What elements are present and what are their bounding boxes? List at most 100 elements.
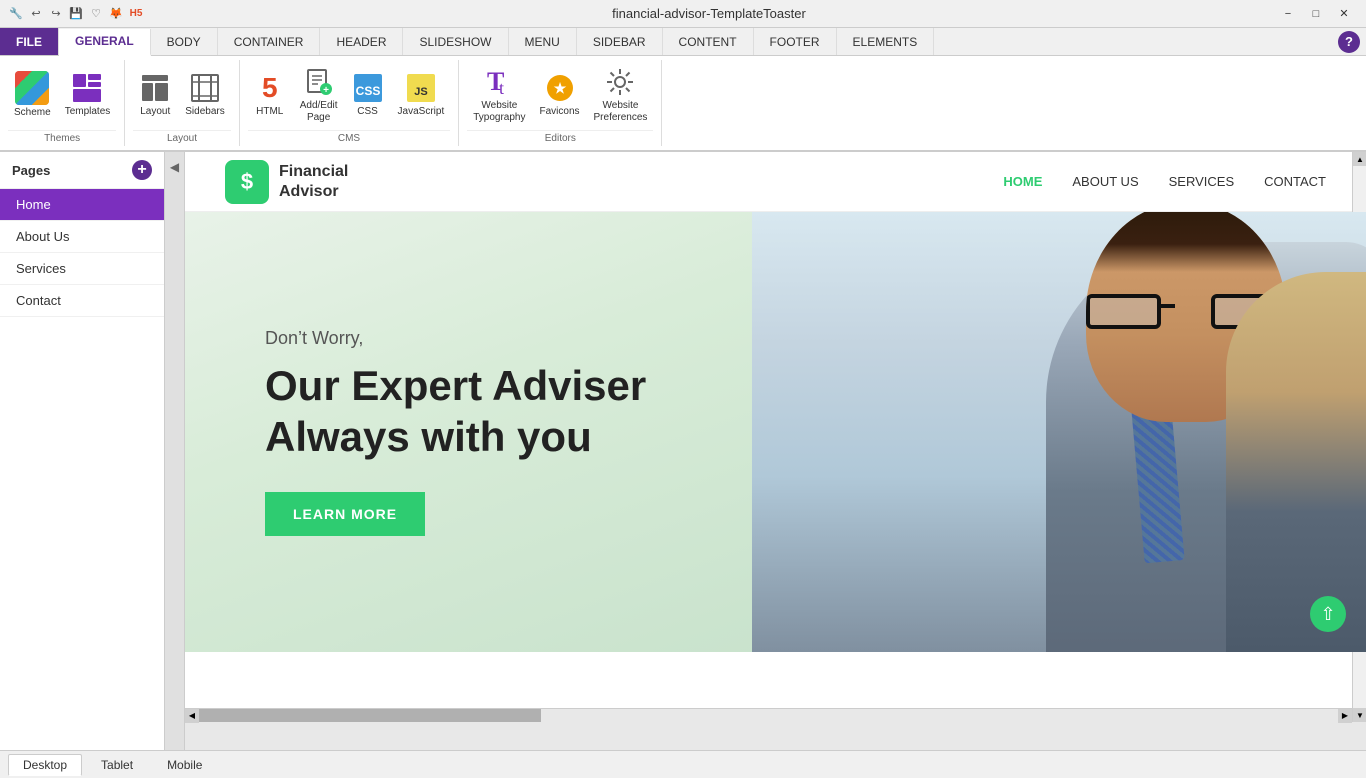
favicons-button[interactable]: ★ Favicons: [534, 68, 586, 122]
sidebar-title: Pages: [12, 163, 50, 178]
scroll-left-button[interactable]: ◀: [185, 709, 199, 723]
logo-text: Financial Advisor: [279, 162, 348, 200]
layout-icon: [139, 72, 171, 104]
preview-hero: Don’t Worry, Our Expert Adviser Always w…: [185, 212, 1366, 652]
minimize-button[interactable]: −: [1274, 4, 1302, 24]
scroll-right-button[interactable]: ▶: [1338, 709, 1352, 723]
scroll-thumb[interactable]: [199, 709, 541, 722]
addeditpage-icon: +: [303, 66, 335, 98]
favicons-label: Favicons: [540, 106, 580, 118]
layout-label: Layout: [140, 106, 170, 118]
layout-group-label: Layout: [133, 130, 230, 144]
templates-button[interactable]: Templates: [59, 68, 117, 122]
scheme-icon: [15, 71, 49, 105]
javascript-button[interactable]: JS JavaScript: [392, 68, 451, 122]
layout-button[interactable]: Layout: [133, 68, 177, 122]
window-title: financial-advisor-TemplateToaster: [144, 6, 1274, 21]
help-button[interactable]: ?: [1338, 31, 1360, 53]
heart-icon[interactable]: ♡: [88, 6, 104, 22]
html5-icon: 5: [254, 72, 286, 104]
scroll-down-button[interactable]: ▼: [1353, 708, 1366, 722]
editors-group-label: Editors: [467, 130, 653, 144]
css-button[interactable]: CSS CSS: [346, 68, 390, 122]
title-bar-left: 🔧 ↩ ↪ 💾 ♡ 🦊 H5: [8, 6, 144, 22]
title-bar: 🔧 ↩ ↪ 💾 ♡ 🦊 H5 financial-advisor-Templat…: [0, 0, 1366, 28]
svg-text:JS: JS: [414, 86, 427, 98]
nav-link-contact[interactable]: CONTACT: [1264, 174, 1326, 189]
tab-general[interactable]: GENERAL: [59, 29, 151, 56]
tab-footer[interactable]: FOOTER: [754, 28, 837, 55]
scroll-up-button[interactable]: ▲: [1353, 152, 1366, 166]
tab-menu[interactable]: MENU: [509, 28, 577, 55]
sidebar-page-about[interactable]: About Us: [0, 221, 164, 253]
svg-text:CSS: CSS: [355, 84, 380, 98]
javascript-icon: JS: [405, 72, 437, 104]
addeditpage-button[interactable]: + Add/EditPage: [294, 62, 344, 128]
firefox-icon[interactable]: 🦊: [108, 6, 124, 22]
templates-icon: [71, 72, 103, 104]
themes-group: Scheme Templates Themes: [0, 60, 125, 146]
canvas-area: $ Financial Advisor HOME ABOUT US SERVIC…: [185, 152, 1366, 750]
javascript-label: JavaScript: [398, 106, 445, 118]
hero-title: Our Expert Adviser Always with you: [265, 361, 646, 462]
tab-sidebar[interactable]: SIDEBAR: [577, 28, 663, 55]
sidebar-add-button[interactable]: +: [132, 160, 152, 180]
tab-desktop[interactable]: Desktop: [8, 754, 82, 776]
website-preferences-label: WebsitePreferences: [594, 100, 648, 124]
nav-link-services[interactable]: SERVICES: [1169, 174, 1235, 189]
undo-icon[interactable]: ↩: [28, 6, 44, 22]
svg-text:+: +: [323, 85, 329, 96]
tab-tablet[interactable]: Tablet: [86, 754, 148, 776]
tab-slideshow[interactable]: SLIDESHOW: [403, 28, 508, 55]
html-button[interactable]: 5 HTML: [248, 68, 292, 122]
layout-items: Layout Sidebars: [133, 62, 230, 128]
nav-link-home[interactable]: HOME: [1003, 174, 1042, 189]
sidebar-page-contact[interactable]: Contact: [0, 285, 164, 317]
hero-content: Don’t Worry, Our Expert Adviser Always w…: [185, 288, 726, 576]
maximize-button[interactable]: □: [1302, 4, 1330, 24]
tab-elements[interactable]: ELEMENTS: [837, 28, 935, 55]
cms-group: 5 HTML + Add/EditPage: [240, 60, 460, 146]
sidebar-collapse-button[interactable]: ◀: [165, 152, 185, 750]
tab-header[interactable]: HEADER: [320, 28, 403, 55]
scheme-button[interactable]: Scheme: [8, 67, 57, 123]
tab-container[interactable]: CONTAINER: [218, 28, 321, 55]
website-typography-label: WebsiteTypography: [473, 100, 525, 124]
ribbon-content: Scheme Templates Themes: [0, 56, 1366, 152]
svg-text:★: ★: [553, 80, 566, 96]
layout-group: Layout Sidebars Layout: [125, 60, 239, 146]
editors-items: T t WebsiteTypography ★ Favicons: [467, 62, 653, 128]
tab-content[interactable]: CONTENT: [663, 28, 754, 55]
scroll-track: [199, 709, 1338, 722]
css-icon: CSS: [352, 72, 384, 104]
sidebars-icon: [189, 72, 221, 104]
website-preferences-button[interactable]: WebsitePreferences: [588, 62, 654, 128]
hero-subtitle: Don’t Worry,: [265, 328, 646, 349]
favicons-icon: ★: [544, 72, 576, 104]
nav-link-about[interactable]: ABOUT US: [1072, 174, 1138, 189]
sidebar-page-home[interactable]: Home: [0, 189, 164, 221]
sidebar-page-services[interactable]: Services: [0, 253, 164, 285]
logo-line1: Financial: [279, 163, 348, 180]
sidebar: Pages + Home About Us Services Contact: [0, 152, 165, 750]
hero-learn-more-button[interactable]: LEARN MORE: [265, 492, 425, 536]
themes-items: Scheme Templates: [8, 62, 116, 128]
save-icon[interactable]: 💾: [68, 6, 84, 22]
scroll-to-top-button[interactable]: ⇧: [1310, 596, 1346, 632]
close-button[interactable]: ✕: [1330, 4, 1358, 24]
sidebars-button[interactable]: Sidebars: [179, 68, 230, 122]
preview-nav-links: HOME ABOUT US SERVICES CONTACT: [1003, 174, 1326, 189]
templates-label: Templates: [65, 106, 111, 118]
redo-icon[interactable]: ↪: [48, 6, 64, 22]
sidebar-header: Pages +: [0, 152, 164, 189]
tab-mobile[interactable]: Mobile: [152, 754, 217, 776]
sidebars-label: Sidebars: [185, 106, 224, 118]
tab-file[interactable]: FILE: [0, 28, 59, 55]
html-label: HTML: [256, 106, 283, 118]
sidebar-pages: Home About Us Services Contact: [0, 189, 164, 750]
website-typography-button[interactable]: T t WebsiteTypography: [467, 62, 531, 128]
scheme-label: Scheme: [14, 107, 51, 119]
tab-body[interactable]: BODY: [151, 28, 218, 55]
html5-badge-icon[interactable]: H5: [128, 6, 144, 22]
cms-items: 5 HTML + Add/EditPage: [248, 62, 451, 128]
